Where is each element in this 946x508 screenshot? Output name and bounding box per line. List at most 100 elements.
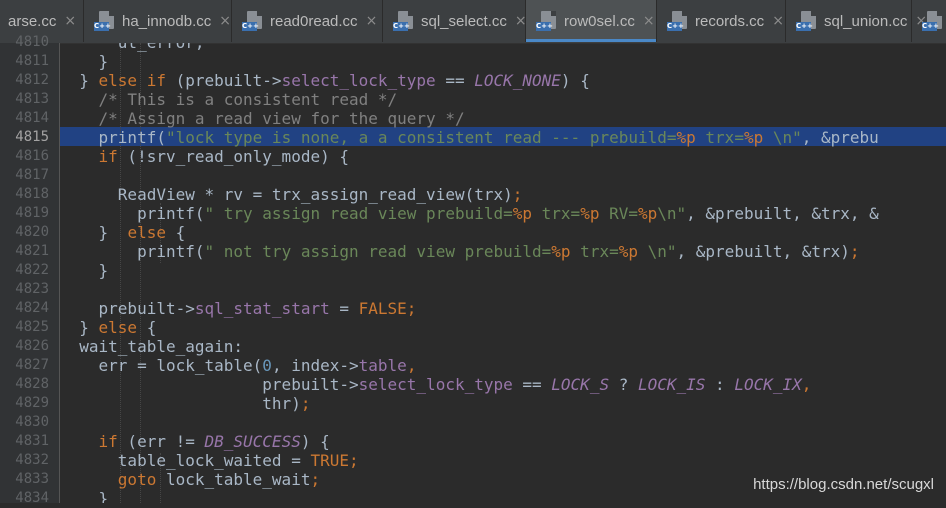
code-token: DB_SUCCESS <box>204 432 301 451</box>
cpp-file-icon: C++ <box>667 11 689 31</box>
code-line: ut_error; <box>60 43 205 52</box>
line-number: 4811 <box>15 53 49 69</box>
code-token: ; <box>300 394 311 413</box>
code-token: if <box>98 432 118 451</box>
cpp-file-icon: C++ <box>536 11 558 31</box>
line-number-gutter[interactable]: 4810 4811 4812 4813 4814 4815 4816 4817 4818 4819… <box>0 34 60 506</box>
code-token: : <box>705 375 735 394</box>
close-icon[interactable]: × <box>643 13 655 29</box>
code-token: { <box>137 318 157 337</box>
tab-label: arse.cc <box>8 12 57 30</box>
tab-label: sql_union.cc <box>824 12 908 30</box>
line-number: 4828 <box>15 376 49 392</box>
line-number: 4822 <box>15 262 49 278</box>
cpp-file-icon: C++ <box>242 11 264 31</box>
code-line: } <box>60 261 109 280</box>
code-token: goto <box>117 470 157 489</box>
tab-sql-union[interactable]: C++ sql_union.cc × <box>786 0 927 42</box>
code-token: prebuilt-> <box>60 299 195 318</box>
tab-read0read[interactable]: C++ read0read.cc × <box>232 0 383 42</box>
code-token: , <box>406 356 417 375</box>
close-icon[interactable]: × <box>772 13 784 29</box>
code-token: err = lock_table( <box>60 356 263 375</box>
code-token: %p <box>580 204 600 223</box>
line-number: 4815 <box>15 129 49 145</box>
line-number: 4813 <box>15 91 49 107</box>
close-icon[interactable]: × <box>366 13 378 29</box>
code-token: prebuilt-> <box>60 375 359 394</box>
code-token: ) { <box>300 432 330 451</box>
code-token: %p <box>512 204 533 223</box>
code-token: TRUE <box>310 451 349 470</box>
code-token: , index-> <box>271 356 359 375</box>
close-icon[interactable]: × <box>515 13 527 29</box>
tab-label: ha_innodb.cc <box>122 12 212 30</box>
code-token: RV= <box>599 204 638 223</box>
code-line: wait_table_again: <box>60 337 243 356</box>
code-token: ut_error; <box>60 43 205 52</box>
code-line: table_lock_waited = TRUE; <box>60 451 359 470</box>
tab-row0sel[interactable]: C++ row0sel.cc × <box>526 0 657 42</box>
code-token: } <box>60 52 109 71</box>
code-token: ReadView * rv = trx_assign_read_view(trx… <box>60 185 513 204</box>
code-line: } <box>60 52 109 71</box>
code-token: else <box>127 223 166 242</box>
line-number: 4810 <box>15 34 49 50</box>
code-line: prebuilt->select_lock_type == LOCK_S ? L… <box>60 375 811 394</box>
code-editor[interactable]: ut_error; } } else if (prebuilt->select_… <box>60 43 946 503</box>
tab-ha-innodb[interactable]: C++ ha_innodb.cc × <box>84 0 232 42</box>
code-token: , &prebuilt, &trx, & <box>686 204 879 223</box>
code-line: } else { <box>60 223 186 242</box>
tab-sql-select[interactable]: C++ sql_select.cc × <box>383 0 527 42</box>
code-token: %p <box>637 204 658 223</box>
code-line: thr); <box>60 394 310 413</box>
line-number: 4818 <box>15 186 49 202</box>
tab-overflow[interactable]: C++ <box>912 0 946 42</box>
code-line: prebuilt->sql_stat_start = FALSE; <box>60 299 417 318</box>
close-icon[interactable]: × <box>219 13 231 29</box>
code-token: FALSE <box>358 299 407 318</box>
code-line: printf(" not try assign read view prebui… <box>60 242 859 261</box>
code-token: %p <box>551 242 571 261</box>
code-token: } <box>60 261 109 280</box>
tab-records[interactable]: C++ records.cc × <box>657 0 786 42</box>
code-token: , &prebuilt, &trx) <box>676 242 850 261</box>
code-line: } else if (prebuilt->select_lock_type ==… <box>60 71 590 90</box>
tab-label: records.cc <box>695 12 765 30</box>
code-token: ? <box>609 375 638 394</box>
code-token: lock_table_wait <box>156 470 311 489</box>
cpp-file-icon: C++ <box>94 11 116 31</box>
code-line: ReadView * rv = trx_assign_read_view(trx… <box>60 185 523 204</box>
code-token: } <box>60 318 99 337</box>
code-token: thr) <box>60 394 301 413</box>
cpp-file-icon: C++ <box>393 11 415 31</box>
code-token: ; <box>348 451 359 470</box>
code-token: wait_table_again: <box>60 337 244 356</box>
code-token: \n" <box>637 242 677 261</box>
code-token: (!srv_read_only_mode) { <box>117 147 349 166</box>
code-token: %p <box>618 242 638 261</box>
code-line: printf("lock type is none, a a consisten… <box>60 128 879 147</box>
line-number: 4829 <box>15 395 49 411</box>
line-number: 4814 <box>15 110 49 126</box>
line-number: 4812 <box>15 72 49 88</box>
code-token: (prebuilt-> <box>165 71 282 90</box>
code-token: } <box>60 223 128 242</box>
code-token: sql_stat_start <box>194 299 330 318</box>
watermark: https://blog.csdn.net/scugxl <box>753 476 934 493</box>
code-token: /* Assign a read view for the query */ <box>60 109 465 128</box>
close-icon[interactable]: × <box>64 13 76 29</box>
line-number: 4830 <box>15 414 49 430</box>
line-number: 4819 <box>15 205 49 221</box>
code-token: else if <box>98 71 166 90</box>
code-token: ; <box>406 299 417 318</box>
code-line: } else { <box>60 318 156 337</box>
code-token: ; <box>310 470 321 489</box>
code-token: ; <box>512 185 523 204</box>
code-line: /* Assign a read view for the query */ <box>60 109 465 128</box>
code-token: } <box>60 71 99 90</box>
code-token: printf( <box>60 242 205 261</box>
line-number: 4821 <box>15 243 49 259</box>
